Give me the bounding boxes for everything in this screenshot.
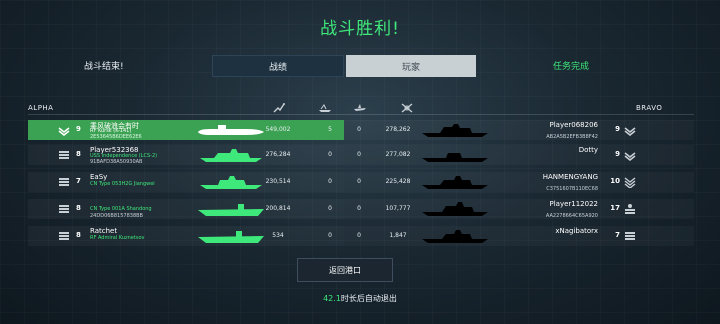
rank-chevron-icon [624, 127, 636, 136]
ship-silhouette-icon [200, 176, 262, 189]
table-row[interactable]: 7 EaSy CN Type 053H2G Jiangwei 230,514 0… [28, 172, 694, 192]
tab-stats[interactable]: 战绩 [212, 55, 344, 77]
enemy-rank: 17 [610, 204, 620, 212]
enemy-ship-silhouette-icon [422, 124, 488, 137]
damage-value: 549,002 [265, 126, 291, 133]
player-rank: 9 [76, 125, 81, 133]
rank-bars-icon [59, 232, 69, 240]
enemy-player-id: AB2A5B2EFB3B8F42 [546, 134, 598, 140]
rank-bars-icon [59, 151, 69, 159]
score-value: 107,777 [385, 205, 411, 212]
damage-icon [273, 103, 285, 113]
damage-value: 276,284 [265, 151, 291, 158]
enemy-ship-silhouette-icon [422, 202, 488, 216]
enemy-rank: 9 [615, 125, 620, 133]
player-ship: CN Type 053H2G Jiangwei [90, 181, 155, 187]
player-name[interactable]: Ratchet [90, 227, 117, 235]
table-row[interactable]: 8 Player532368 USS Independence (LCS-2) … [28, 145, 694, 165]
table-row[interactable]: 9 乘风破浪会有时 RF Kursk (K-141) 2E53645B6DEE6… [28, 120, 694, 140]
enemy-rank: 9 [615, 150, 620, 158]
rank-chevron-icon [58, 127, 70, 136]
mission-complete-label: 任务完成 [553, 62, 590, 72]
enemy-rank: 10 [610, 177, 620, 185]
aircraft-kills-value: 0 [357, 205, 361, 212]
table-row[interactable]: 8 CN Type 001A Shandong 24DD06B8157838BB… [28, 199, 694, 219]
header-divider [28, 114, 694, 115]
score-value: 225,428 [385, 178, 411, 185]
team-alpha-label: ALPHA [28, 104, 54, 112]
enemy-player-name[interactable]: xNagibatorx [555, 227, 598, 235]
enemy-player-id: AA2278664C65A920 [545, 213, 598, 219]
auto-exit-count: 42.1 [323, 294, 341, 303]
aircraft-kills-value: 0 [357, 178, 361, 185]
enemy-ship-silhouette-icon [422, 230, 488, 243]
victory-title: 战斗胜利! [320, 19, 400, 39]
auto-exit-timer: 42.1时长后自动退出 [0, 293, 720, 304]
rank-star-icon [625, 204, 635, 214]
player-rank: 7 [76, 177, 81, 185]
score-icon [401, 103, 413, 113]
rank-bars-icon [59, 178, 69, 186]
enemy-player-id: C3751607B110EC68 [546, 186, 598, 192]
score-value: 1,847 [389, 232, 407, 239]
aircraft-kills-icon [354, 104, 366, 111]
aircraft-kills-value: 0 [357, 232, 361, 239]
carrier-silhouette-icon [198, 204, 264, 216]
score-value: 278,262 [385, 126, 411, 133]
ship-silhouette-icon [200, 149, 262, 162]
player-rank: 8 [76, 150, 81, 158]
player-rank: 8 [76, 204, 81, 212]
rank-bars-icon [59, 205, 69, 213]
player-id: 24DD06B8157838BB [90, 213, 143, 219]
enemy-player-name[interactable]: Player112022 [549, 200, 598, 208]
enemy-ship-silhouette-icon [422, 176, 488, 189]
battle-end-label: 战斗结束! [84, 62, 124, 72]
submarine-silhouette-icon [198, 125, 264, 135]
score-value: 277,082 [385, 151, 411, 158]
player-id: 2E53645B6DEE62E6 [90, 134, 142, 140]
player-ship: CN Type 001A Shandong [90, 206, 152, 212]
enemy-player-name[interactable]: Player068206 [549, 121, 598, 129]
damage-value: 230,514 [265, 178, 291, 185]
team-bravo-label: BRAVO [636, 104, 663, 112]
enemy-player-name[interactable]: HANMENGYANG [543, 173, 598, 181]
header-row: 战斗结束! 战绩 玩家 任务完成 [0, 55, 720, 77]
ship-kills-icon [319, 104, 331, 112]
player-name[interactable]: EaSy [90, 173, 107, 181]
rank-bars-icon [625, 232, 635, 240]
enemy-ship-silhouette-icon [422, 153, 488, 162]
damage-value: 534 [272, 232, 284, 239]
enemy-rank: 7 [615, 231, 620, 239]
rank-chevron-icon [624, 152, 636, 161]
rank-chevron-icon [624, 177, 636, 188]
enemy-player-name[interactable]: Dotty [579, 146, 598, 154]
return-to-port-button[interactable]: 返回港口 [297, 258, 393, 282]
aircraft-kills-value: 0 [357, 126, 361, 133]
carrier-silhouette-icon [198, 231, 264, 243]
aircraft-kills-value: 0 [357, 151, 361, 158]
damage-value: 200,814 [265, 205, 291, 212]
player-rank: 8 [76, 231, 81, 239]
tab-players[interactable]: 玩家 [346, 55, 476, 77]
table-row[interactable]: 8 Ratchet RF Admiral Kuznetsov 534 0 0 1… [28, 226, 694, 246]
auto-exit-text: 时长后自动退出 [340, 294, 397, 303]
player-ship: RF Admiral Kuznetsov [90, 235, 145, 241]
player-id: 91BAFD38A50930AB [90, 159, 143, 165]
